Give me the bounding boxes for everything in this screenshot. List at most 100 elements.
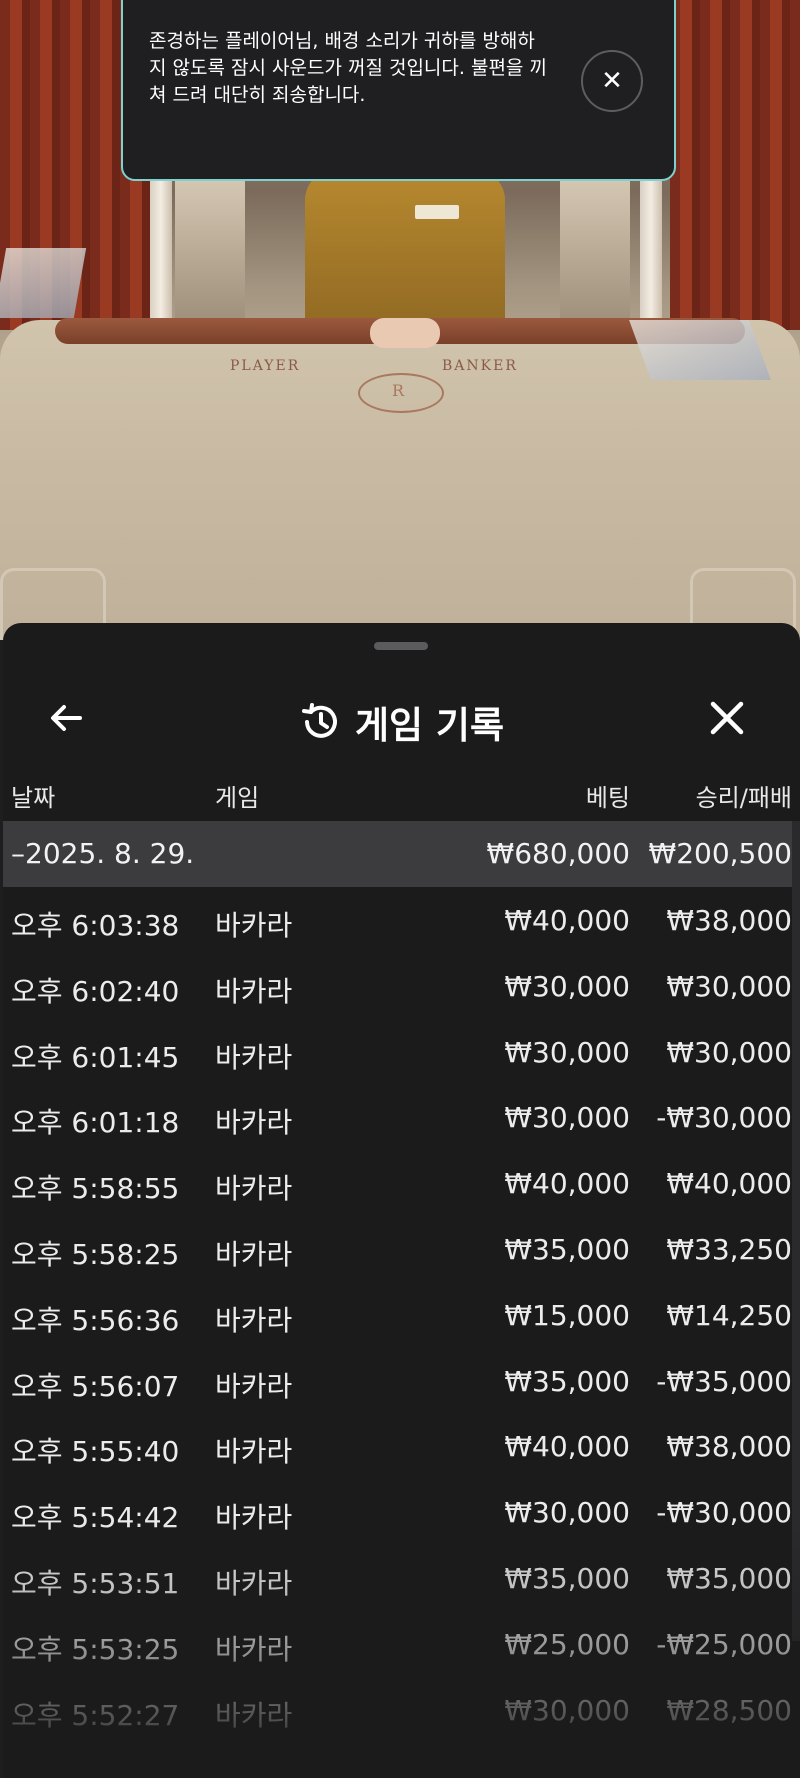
date-group-result-total: ₩200,500 (648, 837, 792, 870)
row-result: ₩30,000 (666, 969, 792, 1003)
history-row[interactable]: 오후 6:01:18 바카라 ₩30,000 -₩30,000 (3, 1084, 800, 1150)
scrollbar-track[interactable] (792, 821, 800, 1641)
row-time: 오후 5:55:40 (11, 1435, 180, 1469)
row-game: 바카라 (215, 1106, 293, 1140)
history-row[interactable]: 오후 5:52:27 바카라 ₩30,000 ₩28,500 (3, 1677, 800, 1743)
column-header-game: 게임 (215, 784, 260, 812)
row-result: -₩30,000 (656, 1101, 792, 1135)
close-sheet-button[interactable] (700, 691, 754, 745)
notice-close-button[interactable]: ✕ (581, 50, 643, 112)
row-bet: ₩30,000 (504, 1035, 630, 1069)
row-game: 바카라 (215, 1632, 293, 1666)
date-group-row[interactable]: –2025. 8. 29. ₩680,000 ₩200,500 (3, 821, 800, 887)
row-bet: ₩40,000 (504, 904, 630, 937)
card-shoe-right (629, 320, 771, 380)
history-row[interactable]: 오후 6:02:40 바카라 ₩30,000 ₩30,000 (3, 953, 800, 1019)
dealer-hands (370, 318, 440, 348)
row-time: 오후 6:01:18 (11, 1106, 180, 1140)
row-game: 바카라 (215, 1303, 293, 1337)
row-bet: ₩35,000 (504, 1364, 630, 1398)
row-result: ₩40,000 (666, 1167, 792, 1201)
row-game: 바카라 (215, 1435, 293, 1469)
row-result: -₩35,000 (656, 1364, 792, 1398)
history-column-headers: 날짜 게임 베팅 승리/패배 (3, 768, 800, 818)
row-time: 오후 6:02:40 (11, 974, 180, 1008)
row-result: ₩38,000 (666, 904, 792, 937)
close-icon (710, 701, 744, 735)
row-result: ₩30,000 (666, 1035, 792, 1069)
row-result: -₩25,000 (656, 1627, 792, 1661)
history-row[interactable]: 오후 6:01:45 바카라 ₩30,000 ₩30,000 (3, 1019, 800, 1085)
row-bet: ₩30,000 (504, 1101, 630, 1135)
row-time: 오후 6:01:45 (11, 1040, 180, 1074)
row-game: 바카라 (215, 909, 293, 942)
row-time: 오후 5:53:25 (11, 1632, 180, 1666)
date-group-label: –2025. 8. 29. (11, 837, 195, 870)
sheet-header: 게임 기록 (3, 663, 800, 773)
history-rows: 오후 6:03:38 바카라 ₩40,000 ₩38,000 오후 6:02:40 바카라… (3, 887, 800, 1742)
window-light (560, 170, 630, 330)
history-row[interactable]: 오후 5:56:36 바카라 ₩15,000 ₩14,250 (3, 1282, 800, 1348)
row-game: 바카라 (215, 1698, 293, 1732)
row-bet: ₩40,000 (504, 1167, 630, 1201)
history-row[interactable]: 오후 5:58:25 바카라 ₩35,000 ₩33,250 (3, 1216, 800, 1282)
row-game: 바카라 (215, 1369, 293, 1403)
row-bet: ₩40,000 (504, 1430, 630, 1464)
history-row[interactable]: 오후 5:53:25 바카라 ₩25,000 -₩25,000 (3, 1611, 800, 1677)
row-time: 오후 6:03:38 (11, 909, 180, 942)
row-game: 바카라 (215, 974, 293, 1008)
row-game: 바카라 (215, 1237, 293, 1271)
history-clock-icon (301, 703, 337, 738)
curtain-right (670, 0, 800, 330)
row-result: ₩14,250 (666, 1298, 792, 1332)
close-icon: ✕ (601, 66, 623, 96)
sheet-drag-handle[interactable] (374, 642, 428, 650)
history-row[interactable]: 오후 5:54:42 바카라 ₩30,000 -₩30,000 (3, 1479, 800, 1545)
row-bet: ₩15,000 (504, 1298, 630, 1332)
row-bet: ₩30,000 (504, 1496, 630, 1530)
row-time: 오후 5:58:25 (11, 1237, 180, 1271)
card-shoe-left (0, 248, 87, 318)
row-time: 오후 5:53:51 (11, 1566, 180, 1600)
table-player-label: PLAYER (230, 358, 301, 374)
row-time: 오후 5:54:42 (11, 1501, 180, 1535)
history-row[interactable]: 오후 6:03:38 바카라 ₩40,000 ₩38,000 (3, 887, 800, 953)
row-result: ₩35,000 (666, 1561, 792, 1595)
row-time: 오후 5:56:07 (11, 1369, 180, 1403)
row-game: 바카라 (215, 1566, 293, 1600)
row-result: ₩38,000 (666, 1430, 792, 1464)
column-header-bet: 베팅 (585, 784, 630, 812)
row-time: 오후 5:58:55 (11, 1172, 180, 1206)
column-header-date: 날짜 (11, 784, 56, 812)
row-game: 바카라 (215, 1172, 293, 1206)
history-row[interactable]: 오후 5:56:07 바카라 ₩35,000 -₩35,000 (3, 1348, 800, 1414)
history-row[interactable]: 오후 5:55:40 바카라 ₩40,000 ₩38,000 (3, 1413, 800, 1479)
table-logo-seal: R (358, 373, 444, 413)
row-time: 오후 5:56:36 (11, 1303, 180, 1337)
row-time: 오후 5:52:27 (11, 1698, 180, 1732)
history-row[interactable]: 오후 5:58:55 바카라 ₩40,000 ₩40,000 (3, 1150, 800, 1216)
row-bet: ₩35,000 (504, 1232, 630, 1266)
column-header-result: 승리/패배 (695, 784, 792, 812)
table-banker-label: BANKER (442, 358, 518, 374)
sound-notice-text: 존경하는 플레이어님, 배경 소리가 귀하를 방해하지 않도록 잠시 사운드가 … (149, 30, 547, 106)
date-group-bet-total: ₩680,000 (486, 837, 630, 870)
window-light (175, 170, 245, 330)
dealer-uniform (305, 170, 505, 340)
row-bet: ₩30,000 (504, 969, 630, 1003)
game-history-sheet: 게임 기록 날짜 게임 베팅 승리/패배 –2025. 8. 29. ₩680,… (3, 623, 800, 1778)
row-result: ₩33,250 (666, 1232, 792, 1266)
row-result: -₩30,000 (656, 1496, 792, 1530)
row-bet: ₩30,000 (504, 1693, 630, 1727)
row-result: ₩28,500 (666, 1693, 792, 1727)
row-bet: ₩25,000 (504, 1627, 630, 1661)
row-bet: ₩35,000 (504, 1561, 630, 1595)
sound-notice-toast: 존경하는 플레이어님, 배경 소리가 귀하를 방해하지 않도록 잠시 사운드가 … (121, 0, 676, 181)
dealer-name-badge (415, 205, 459, 219)
row-game: 바카라 (215, 1501, 293, 1535)
sheet-title-group: 게임 기록 (3, 695, 800, 749)
sheet-title: 게임 기록 (354, 704, 505, 747)
table-logo-letter: R (392, 381, 405, 400)
row-game: 바카라 (215, 1040, 293, 1074)
history-row[interactable]: 오후 5:53:51 바카라 ₩35,000 ₩35,000 (3, 1545, 800, 1611)
